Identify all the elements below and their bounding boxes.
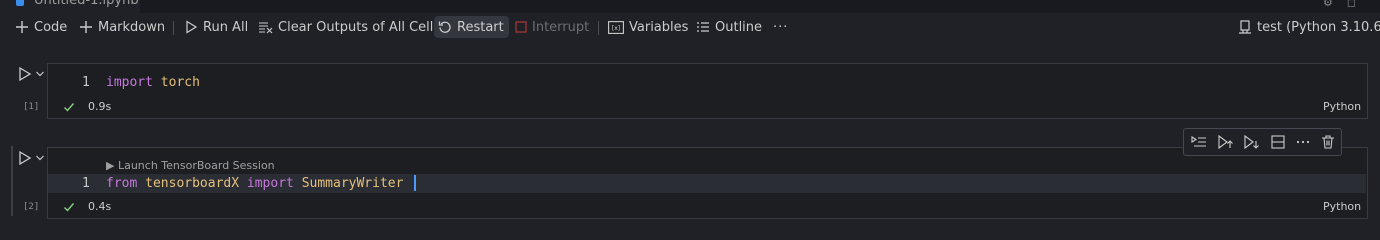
interrupt-kernel-button[interactable]: Interrupt	[515, 14, 589, 40]
text-cursor	[414, 175, 416, 191]
svg-text:[x]: [x]	[612, 25, 620, 32]
variables-icon: [x]	[608, 20, 624, 34]
chevron-down-icon[interactable]	[35, 69, 45, 79]
cell-focus-indicator	[11, 146, 13, 216]
keyword-token: import	[106, 75, 153, 90]
execution-count: [2]	[23, 202, 40, 212]
execute-below-icon[interactable]	[1243, 134, 1259, 150]
clear-outputs-label: Clear Outputs of All Cells	[278, 19, 441, 35]
success-check-icon	[64, 103, 75, 112]
editor-tab-strip: Untitled-1.ipynb ⚙◻	[0, 0, 1380, 13]
code-line[interactable]: import torch	[106, 75, 200, 90]
line-number: 1	[82, 176, 90, 191]
interrupt-label: Interrupt	[532, 19, 590, 35]
toolbar-separator	[173, 21, 174, 35]
kernel-label: test (Python 3.10.6)	[1257, 19, 1380, 35]
execution-duration: 0.9s	[88, 100, 112, 113]
outline-label: Outline	[715, 19, 763, 35]
add-markdown-label: Markdown	[98, 19, 166, 35]
keyword-token: from	[106, 176, 138, 191]
cell-language[interactable]: Python	[1323, 100, 1361, 113]
add-code-cell-button[interactable]: Code	[15, 14, 67, 40]
toolbar-separator	[598, 21, 599, 35]
plus-icon	[16, 21, 28, 33]
more-icon[interactable]	[1295, 134, 1311, 150]
run-cell-icon[interactable]	[17, 66, 33, 82]
execution-duration: 0.4s	[88, 200, 112, 213]
split-cell-icon[interactable]	[1270, 134, 1286, 150]
notebook-toolbar: Code Markdown Run All Clear Outputs of A…	[0, 14, 1380, 40]
execution-count: [1]	[23, 102, 40, 112]
outline-list-icon	[697, 22, 709, 32]
variables-button[interactable]: [x] Variables	[608, 14, 688, 40]
gear-icon[interactable]: ⚙	[1323, 0, 1347, 9]
clear-outputs-button[interactable]: Clear Outputs of All Cells	[258, 14, 440, 40]
add-markdown-cell-button[interactable]: Markdown	[79, 14, 165, 40]
run-all-button[interactable]: Run All	[184, 14, 248, 40]
variables-label: Variables	[629, 19, 689, 35]
outline-button[interactable]: Outline	[696, 14, 762, 40]
kernel-picker-button[interactable]: test (Python 3.10.6)	[1238, 14, 1380, 40]
chevron-down-icon[interactable]	[35, 153, 45, 163]
run-all-icon	[186, 20, 198, 34]
line-number: 1	[82, 75, 90, 90]
cell-editor-1[interactable]	[47, 63, 1368, 119]
stop-icon	[515, 21, 527, 33]
cell-language[interactable]: Python	[1323, 200, 1361, 213]
launch-tensorboard-codelens[interactable]: ▶ Launch TensorBoard Session	[106, 159, 275, 172]
editor-tab-title: Untitled-1.ipynb	[34, 0, 139, 8]
success-check-icon	[64, 203, 75, 212]
run-all-label: Run All	[203, 19, 249, 35]
class-token: SummaryWriter	[301, 176, 404, 191]
add-code-label: Code	[34, 19, 68, 35]
delete-icon[interactable]	[1320, 134, 1336, 150]
restart-label: Restart	[457, 19, 504, 35]
plus-icon	[80, 21, 92, 33]
run-by-line-icon[interactable]	[1191, 134, 1207, 150]
more-actions-button[interactable]: ···	[773, 14, 788, 40]
more-label: ···	[773, 19, 789, 35]
run-cell-icon[interactable]	[17, 150, 33, 166]
notebook-file-icon	[16, 0, 24, 6]
editor-actions: ⚙◻	[1323, 0, 1370, 9]
execute-above-icon[interactable]	[1217, 134, 1233, 150]
layout-icon[interactable]: ◻	[1347, 0, 1370, 9]
code-line[interactable]: from tensorboardX import SummaryWriter	[106, 176, 403, 191]
keyword-token: import	[246, 176, 294, 191]
cell-toolbar	[1183, 128, 1342, 156]
module-token: tensorboardX	[145, 176, 240, 191]
restart-kernel-button[interactable]: Restart	[434, 16, 509, 38]
kernel-server-icon	[1239, 20, 1251, 34]
restart-icon	[438, 21, 451, 33]
module-token: torch	[160, 75, 200, 90]
editor-tab[interactable]: Untitled-1.ipynb	[0, 0, 140, 13]
clear-all-icon	[259, 22, 273, 34]
